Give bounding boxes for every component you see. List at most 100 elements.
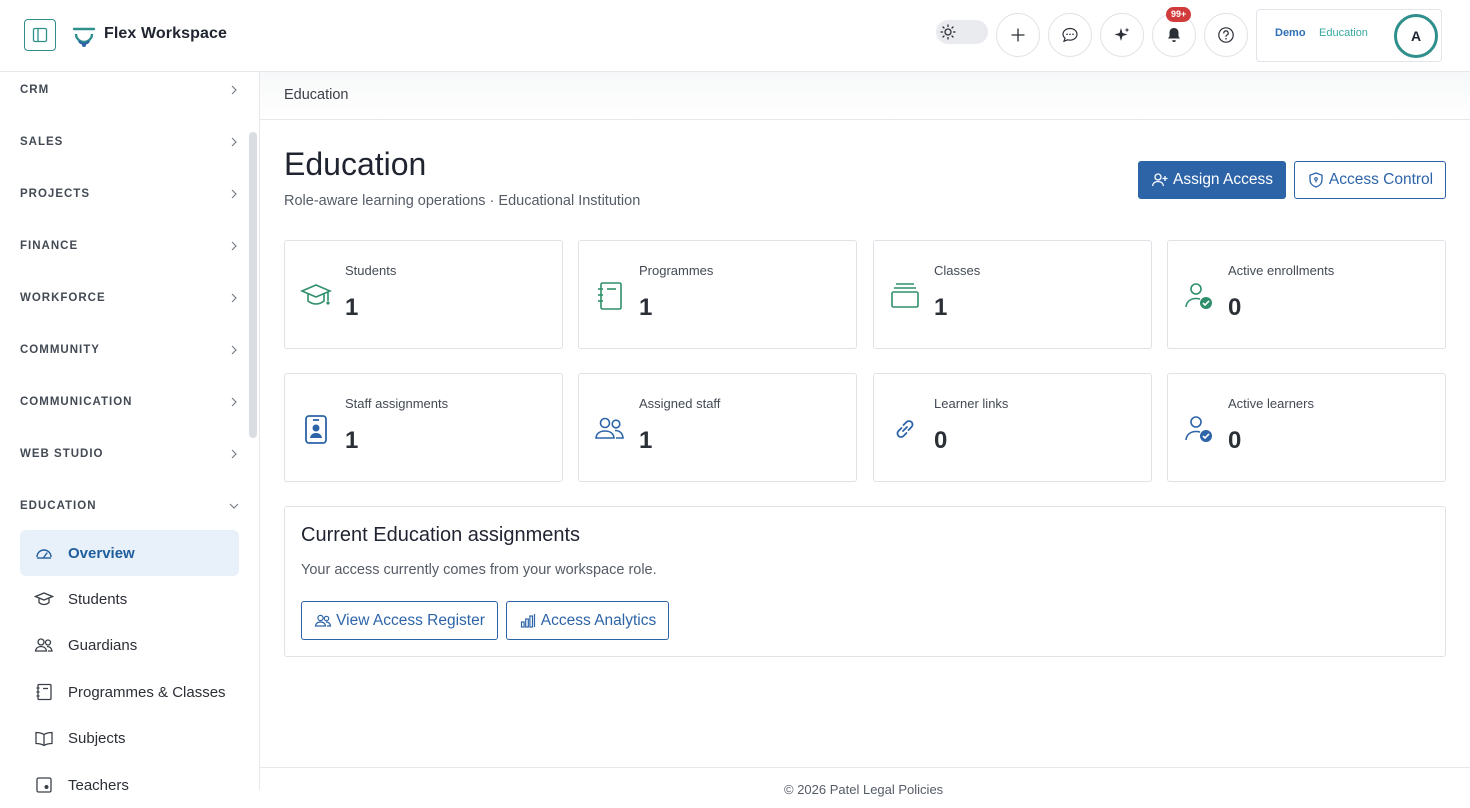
stat-card-staff-assignments[interactable]: Staff assignments 1 [284, 373, 563, 482]
stat-card-learner-links[interactable]: Learner links 0 [873, 373, 1152, 482]
help-button[interactable] [1204, 13, 1248, 57]
stat-label: Students [345, 263, 397, 278]
footer-divider [260, 767, 1470, 768]
assign-access-button[interactable]: Assign Access [1138, 161, 1286, 199]
stat-card-students[interactable]: Students 1 [284, 240, 563, 349]
sidebar-item-programmes-classes[interactable]: Programmes & Classes [20, 669, 239, 715]
users-icon [593, 412, 627, 446]
sidebar-section-workforce[interactable]: WORKFORCE [20, 288, 240, 308]
view-access-register-button[interactable]: View Access Register [301, 601, 498, 640]
sidebar-item-teachers[interactable]: Teachers [20, 762, 239, 808]
notification-count-badge: 99+ [1166, 7, 1192, 22]
chevron-right-icon [231, 293, 237, 303]
access-control-label: Access Control [1328, 171, 1434, 188]
page-title: Education [284, 146, 427, 182]
view-access-register-label: View Access Register [336, 611, 485, 629]
stat-value: 1 [639, 294, 653, 321]
education-assignments-card: Current Education assignments Your acces… [284, 506, 1446, 657]
sidebar-item-label: Teachers [68, 776, 129, 794]
add-button[interactable] [996, 13, 1040, 57]
brand-name[interactable]: Flex Workspace [104, 25, 227, 43]
stat-label: Active learners [1228, 396, 1314, 411]
user-menu[interactable]: Demo Education A [1256, 9, 1442, 62]
chevron-right-icon [231, 345, 237, 355]
sidebar-scrollbar[interactable] [249, 132, 257, 438]
sidebar-section-label: COMMUNICATION [20, 396, 133, 408]
sidebar-section-projects[interactable]: PROJECTS [20, 184, 240, 204]
stat-card-assigned-staff[interactable]: Assigned staff 1 [578, 373, 857, 482]
chevron-right-icon [231, 137, 237, 147]
assignments-description: Your access currently comes from your wo… [301, 562, 657, 578]
notebook-icon [20, 682, 68, 702]
sidebar-section-label: EDUCATION [20, 500, 97, 512]
breadcrumb[interactable]: Education [284, 87, 349, 103]
sidebar-item-label: Students [68, 590, 128, 608]
top-header: Flex Workspace 99+ Demo Education A [0, 0, 1470, 72]
sidebar-item-label: Subjects [68, 729, 126, 747]
sidebar-section-label: COMMUNITY [20, 344, 100, 356]
user-verified-icon [1182, 412, 1216, 446]
page-subtitle: Role-aware learning operations · Educati… [284, 193, 641, 209]
sidebar-item-label: Programmes & Classes [68, 683, 226, 701]
breadcrumb-bar: Education [260, 72, 1470, 120]
sidebar-section-community[interactable]: COMMUNITY [20, 340, 240, 360]
user-plus-icon [1151, 173, 1168, 187]
stat-card-active-enrollments[interactable]: Active enrollments 0 [1167, 240, 1446, 349]
ai-assistant-button[interactable] [1100, 13, 1144, 57]
users-icon [314, 614, 332, 627]
stat-card-classes[interactable]: Classes 1 [873, 240, 1152, 349]
sidebar-section-web-studio[interactable]: WEB STUDIO [20, 444, 240, 464]
notebook-icon [593, 279, 627, 313]
sidebar-item-subjects[interactable]: Subjects [20, 715, 239, 761]
book-open-icon [20, 728, 68, 748]
stat-label: Learner links [934, 396, 1009, 411]
sidebar-panel-icon [32, 27, 48, 43]
chevron-right-icon [231, 85, 237, 95]
sidebar-section-crm[interactable]: CRM [20, 80, 240, 100]
sun-icon [938, 22, 958, 42]
stat-label: Staff assignments [345, 396, 449, 411]
avatar[interactable]: A [1394, 14, 1438, 58]
assign-access-label: Assign Access [1173, 171, 1273, 188]
access-analytics-button[interactable]: Access Analytics [506, 601, 669, 640]
sidebar-section-label: WEB STUDIO [20, 448, 104, 460]
stat-value: 1 [345, 427, 359, 454]
stat-card-active-learners[interactable]: Active learners 0 [1167, 373, 1446, 482]
user-check-icon [1182, 279, 1216, 313]
stat-label: Programmes [639, 263, 714, 278]
sidebar: CRM SALES PROJECTS FINANCE WORKFORCE COM… [0, 72, 260, 794]
sidebar-toggle-button[interactable] [24, 19, 56, 51]
graduation-cap-icon [299, 279, 333, 313]
chat-bubble-icon [1062, 27, 1078, 43]
sidebar-section-sales[interactable]: SALES [20, 132, 240, 152]
sidebar-section-finance[interactable]: FINANCE [20, 236, 240, 256]
bar-chart-icon [520, 613, 535, 628]
id-badge-icon [299, 412, 333, 446]
stat-card-programmes[interactable]: Programmes 1 [578, 240, 857, 349]
dashboard-gauge-icon [20, 543, 68, 563]
stat-label: Assigned staff [639, 396, 721, 411]
sidebar-item-students[interactable]: Students [20, 576, 239, 622]
sidebar-section-label: CRM [20, 84, 50, 96]
sidebar-section-communication[interactable]: COMMUNICATION [20, 392, 240, 412]
sidebar-section-education[interactable]: EDUCATION [20, 496, 240, 516]
assignments-title: Current Education assignments [301, 524, 581, 546]
sidebar-item-label: Overview [68, 544, 135, 562]
sidebar-section-label: WORKFORCE [20, 292, 106, 304]
chevron-down-icon [229, 503, 239, 509]
bell-icon [1168, 28, 1180, 42]
chevron-right-icon [231, 449, 237, 459]
sidebar-item-overview[interactable]: Overview [20, 530, 239, 576]
stack-icon [888, 279, 922, 313]
shield-icon [1309, 172, 1323, 188]
users-icon [20, 635, 68, 655]
access-control-button[interactable]: Access Control [1294, 161, 1446, 199]
theme-toggle[interactable] [936, 20, 988, 44]
sidebar-section-label: FINANCE [20, 240, 79, 252]
messages-button[interactable] [1048, 13, 1092, 57]
link-icon [888, 412, 922, 446]
sidebar-item-guardians[interactable]: Guardians [20, 622, 239, 668]
question-circle-icon [1218, 27, 1234, 43]
chevron-right-icon [231, 241, 237, 251]
sidebar-section-label: SALES [20, 136, 64, 148]
